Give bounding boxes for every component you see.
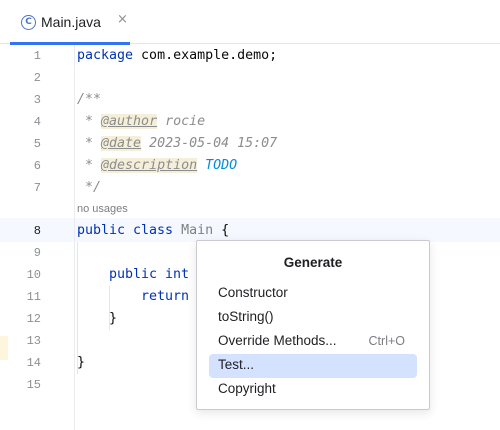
- menu-item-label: toString(): [218, 309, 274, 324]
- code-line-12: }: [109, 311, 118, 326]
- line-number: 2: [33, 71, 41, 85]
- menu-item-copyright[interactable]: Copyright: [209, 378, 417, 402]
- line-number-current: 8: [33, 224, 41, 238]
- menu-item-override-methods[interactable]: Override Methods... Ctrl+O: [209, 330, 417, 354]
- code-line-11: return: [141, 289, 190, 304]
- menu-item-label: Copyright: [218, 381, 276, 396]
- gutter-separator: [74, 45, 75, 430]
- line-number: 12: [26, 312, 41, 326]
- doc-prefix: *: [77, 114, 102, 129]
- brace: {: [213, 223, 230, 238]
- popup-title: Generate: [283, 255, 343, 270]
- menu-item-label: Constructor: [218, 285, 288, 300]
- line-number: 6: [33, 159, 41, 173]
- doc-prefix: *: [77, 136, 102, 151]
- line-number: 13: [26, 334, 41, 348]
- code-line-5: * @date 2023-05-04 15:07: [77, 133, 277, 155]
- line-number: 15: [26, 378, 41, 392]
- tab-main-java[interactable]: C Main.java ×: [10, 0, 130, 45]
- doc-text: rocie: [157, 114, 206, 129]
- javadoc-tag: @date: [101, 136, 142, 151]
- menu-item-label: Override Methods...: [218, 333, 337, 348]
- code-line-10: public int: [109, 267, 190, 282]
- keyword: package: [77, 48, 134, 63]
- code-line-1: package com.example.demo;: [77, 45, 277, 67]
- usages-hint[interactable]: no usages: [77, 203, 128, 215]
- line-number: 3: [33, 93, 41, 107]
- class-name: Main: [181, 223, 214, 238]
- code-line-6: * @description TODO: [77, 155, 237, 177]
- close-icon[interactable]: ×: [117, 12, 128, 27]
- code-line-8: public class Main {: [77, 220, 229, 242]
- todo-marker: TODO: [205, 158, 238, 173]
- line-number: 4: [33, 115, 41, 129]
- line-number: 11: [26, 290, 41, 304]
- keyword: public class: [77, 223, 174, 238]
- generate-popup: Generate Constructor toString() Override…: [196, 240, 430, 410]
- line-number: 7: [33, 181, 41, 195]
- menu-item-constructor[interactable]: Constructor: [209, 282, 417, 306]
- tab-label: Main.java: [41, 14, 101, 30]
- package-name: com.example.demo;: [133, 48, 278, 63]
- doc-text: 2023-05-04 15:07: [141, 136, 278, 151]
- code-line-3: /**: [77, 92, 102, 107]
- line-number-gutter: 1 2 3 4 5 6 7 8 9 10 11 12 13 14 15: [0, 45, 64, 430]
- javadoc-tag: @description: [101, 158, 198, 173]
- line-number: 10: [26, 268, 41, 282]
- menu-item-label: Test...: [218, 357, 255, 372]
- doc-prefix: *: [77, 158, 102, 173]
- menu-item-test[interactable]: Test...: [209, 354, 417, 378]
- menu-item-shortcut: Ctrl+O: [368, 334, 405, 348]
- current-line-highlight: [0, 218, 500, 242]
- code-line-14: }: [77, 355, 86, 370]
- line-number: 5: [33, 137, 41, 151]
- javadoc-tag: @author: [101, 114, 158, 129]
- editor-tab-bar: C Main.java ×: [0, 0, 500, 45]
- line-number: 1: [33, 49, 41, 63]
- line-number: 14: [26, 356, 41, 370]
- class-c-icon: C: [21, 15, 36, 30]
- menu-item-tostring[interactable]: toString(): [209, 306, 417, 330]
- line-number: 9: [33, 246, 41, 260]
- code-line-7: */: [77, 180, 102, 195]
- code-line-4: * @author rocie: [77, 111, 205, 133]
